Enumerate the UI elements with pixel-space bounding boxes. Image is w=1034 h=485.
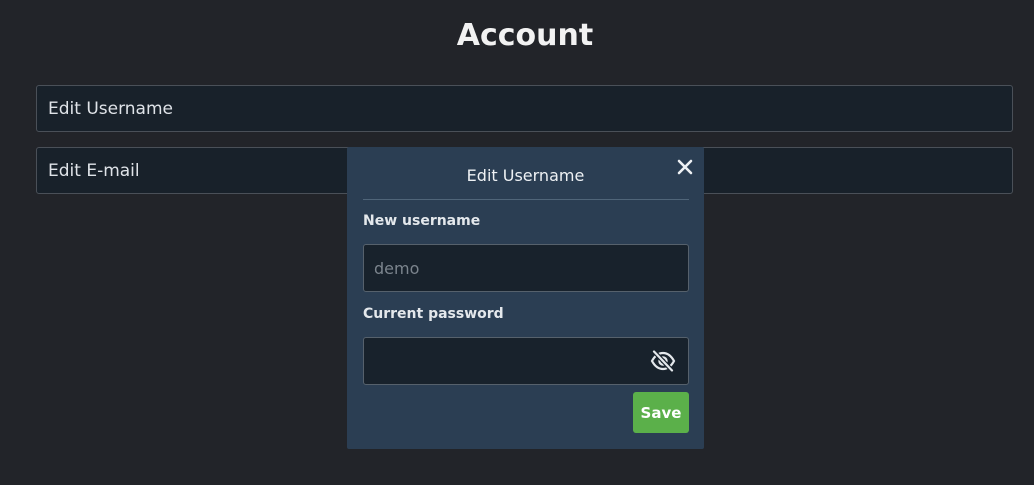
edit-username-label: Edit Username — [48, 98, 173, 119]
current-password-label: Current password — [363, 306, 504, 322]
modal-divider — [363, 199, 689, 200]
edit-username-row[interactable]: Edit Username — [36, 85, 1013, 132]
save-button[interactable]: Save — [633, 392, 689, 433]
eye-slash-icon — [650, 350, 676, 372]
current-password-input[interactable] — [363, 337, 689, 385]
edit-email-label: Edit E-mail — [48, 160, 140, 181]
modal-title: Edit Username — [466, 166, 585, 185]
toggle-password-visibility-button[interactable] — [648, 349, 678, 373]
edit-username-modal: Edit Username New username Current passw… — [347, 147, 704, 449]
new-username-label: New username — [363, 213, 481, 229]
new-username-input[interactable] — [363, 244, 689, 292]
page-title: Account — [456, 18, 594, 53]
close-button[interactable] — [673, 155, 697, 179]
close-icon — [677, 159, 693, 175]
